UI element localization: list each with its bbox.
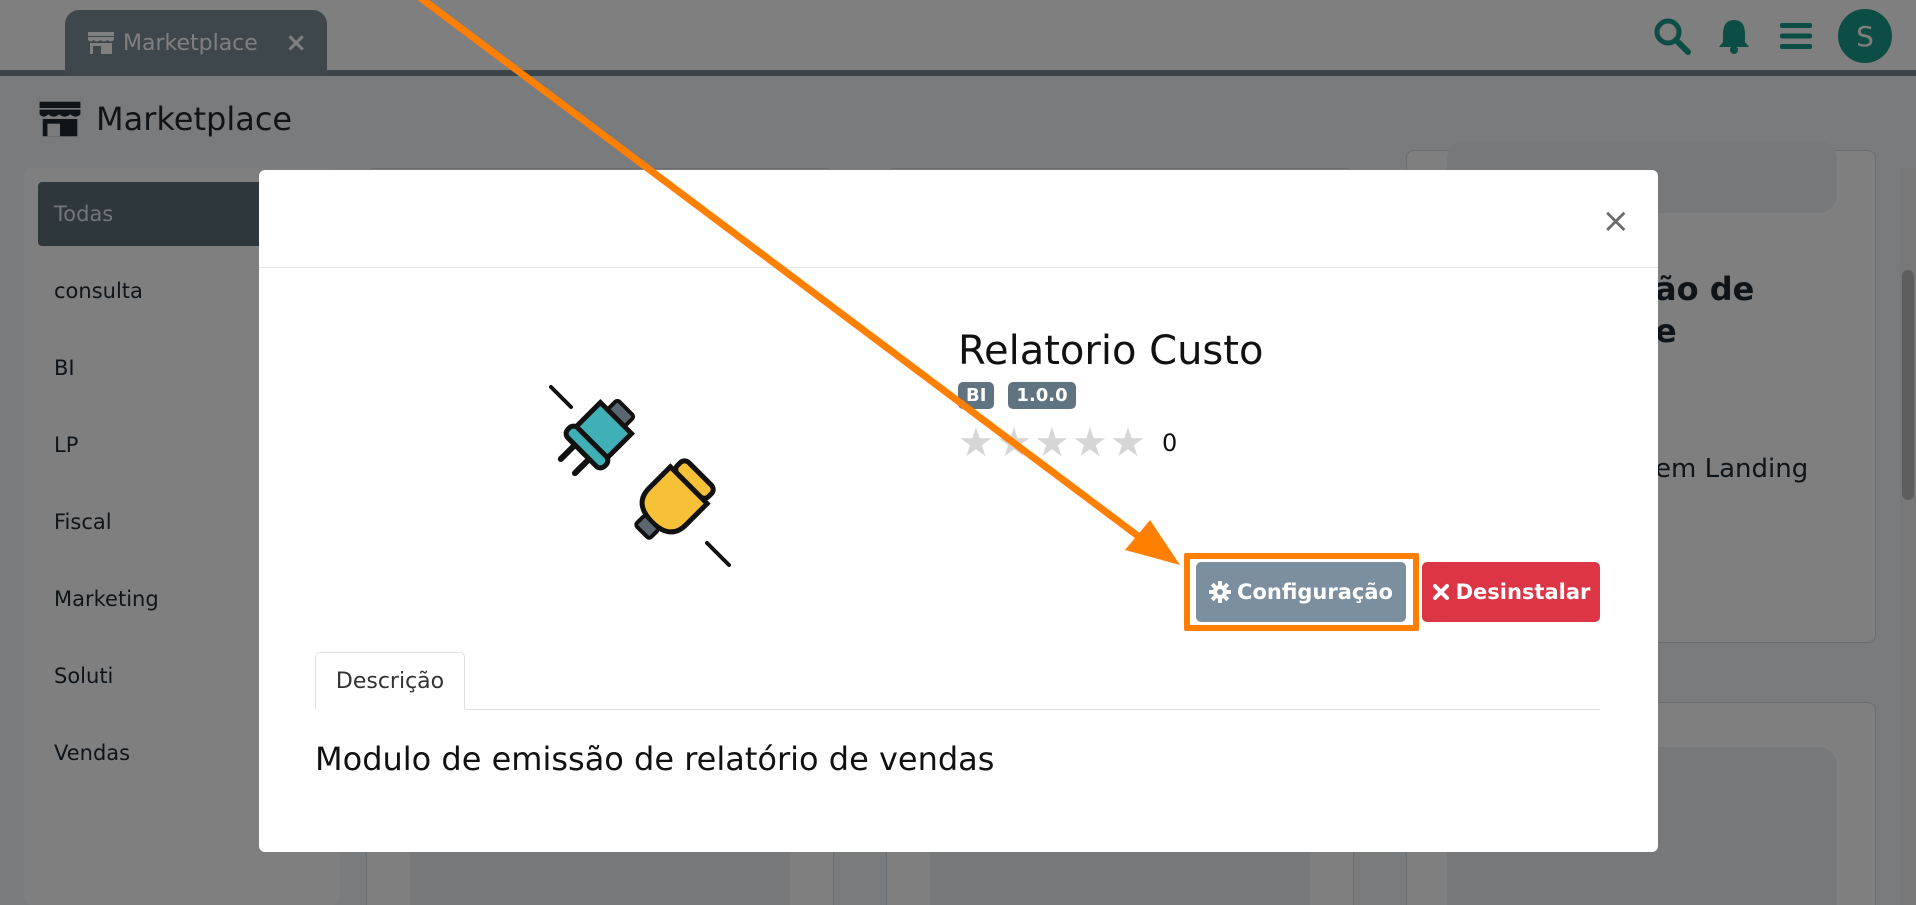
category-badge: BI — [958, 382, 995, 409]
app-detail-modal: × Relatorio Custo BI 1.0.0 ★ ★ ★ ★ ★ 0 C… — [259, 170, 1658, 852]
rating: ★ ★ ★ ★ ★ 0 — [958, 420, 1177, 466]
rating-count: 0 — [1162, 429, 1178, 457]
star-icon[interactable]: ★ — [1034, 420, 1072, 466]
version-badge: 1.0.0 — [1008, 382, 1076, 409]
gear-icon — [1209, 581, 1232, 603]
uninstall-button[interactable]: Desinstalar — [1422, 562, 1600, 622]
star-icon[interactable]: ★ — [1072, 420, 1110, 466]
modal-tabs: Descrição — [315, 652, 1600, 710]
configuration-button-label: Configuração — [1237, 580, 1393, 604]
plug-icon — [539, 375, 739, 575]
configuration-button[interactable]: Configuração — [1196, 562, 1406, 622]
description-text: Modulo de emissão de relatório de vendas — [315, 740, 995, 778]
star-icon[interactable]: ★ — [996, 420, 1034, 466]
tab-description[interactable]: Descrição — [315, 652, 465, 710]
star-icon[interactable]: ★ — [1110, 420, 1148, 466]
close-icon — [1432, 584, 1449, 600]
app-title: Relatorio Custo — [958, 328, 1264, 374]
uninstall-button-label: Desinstalar — [1455, 580, 1591, 604]
star-icon[interactable]: ★ — [958, 420, 996, 466]
close-icon[interactable]: × — [1602, 204, 1631, 238]
badge-group: BI 1.0.0 — [958, 382, 1076, 409]
modal-header: × — [259, 170, 1658, 268]
